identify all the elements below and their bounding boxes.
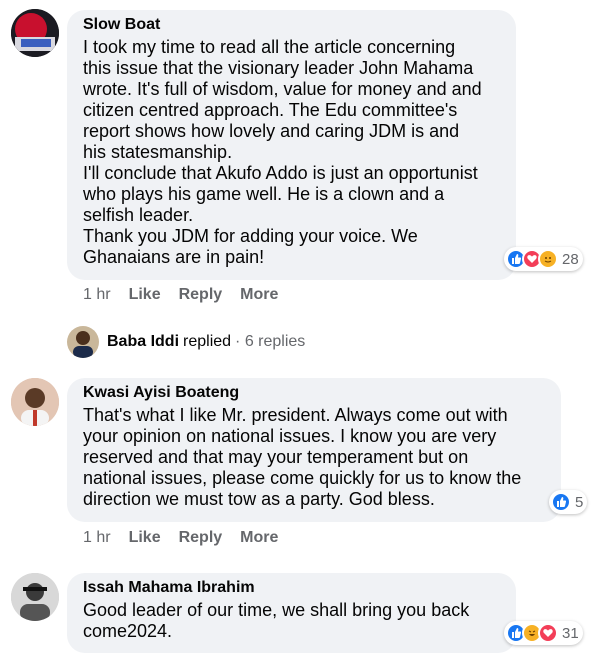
replied-label: replied [183,333,232,350]
reaction-summary[interactable]: 31 [504,621,583,645]
comment-time[interactable]: 1 hr [83,286,111,304]
avatar [67,326,99,358]
avatar[interactable] [11,573,59,621]
avatar[interactable] [11,378,59,426]
reply-button[interactable]: Reply [179,529,223,547]
replier-name[interactable]: Baba Iddi [107,333,179,351]
avatar[interactable] [11,9,59,57]
reaction-summary[interactable]: 28 [504,247,583,271]
comment-author[interactable]: Issah Mahama Ibrahim [83,579,500,597]
comment-bubble: Kwasi Ayisi Boateng That's what I like M… [67,378,561,522]
comment-bubble: Slow Boat I took my time to read all the… [67,10,516,280]
replies-count: · 6 replies [235,333,306,350]
reaction-count: 28 [562,250,579,268]
reaction-count: 31 [562,624,579,642]
reaction-count: 5 [575,493,584,511]
view-replies-link[interactable]: Baba Iddi replied · 6 replies [67,326,305,358]
reply-button[interactable]: Reply [179,286,223,304]
comment-text: Good leader of our time, we shall bring … [83,600,470,641]
comment-actions: 1 hr Like Reply More [83,286,296,304]
comment-actions: 1 hr Like Reply More [83,529,296,547]
like-button[interactable]: Like [129,529,161,547]
more-button[interactable]: More [240,529,278,547]
more-button[interactable]: More [240,286,278,304]
comment-author[interactable]: Slow Boat [83,16,500,34]
comment-text: I took my time to read all the article c… [83,37,482,267]
comment-text: That's what I like Mr. president. Always… [83,405,522,509]
care-reaction-icon [538,249,558,269]
comment-time[interactable]: 1 hr [83,529,111,547]
like-button[interactable]: Like [129,286,161,304]
reaction-summary[interactable]: 5 [549,490,588,514]
like-reaction-icon [551,492,571,512]
comment-bubble: Issah Mahama Ibrahim Good leader of our … [67,573,516,653]
love-reaction-icon [538,623,558,643]
comment-author[interactable]: Kwasi Ayisi Boateng [83,384,545,402]
